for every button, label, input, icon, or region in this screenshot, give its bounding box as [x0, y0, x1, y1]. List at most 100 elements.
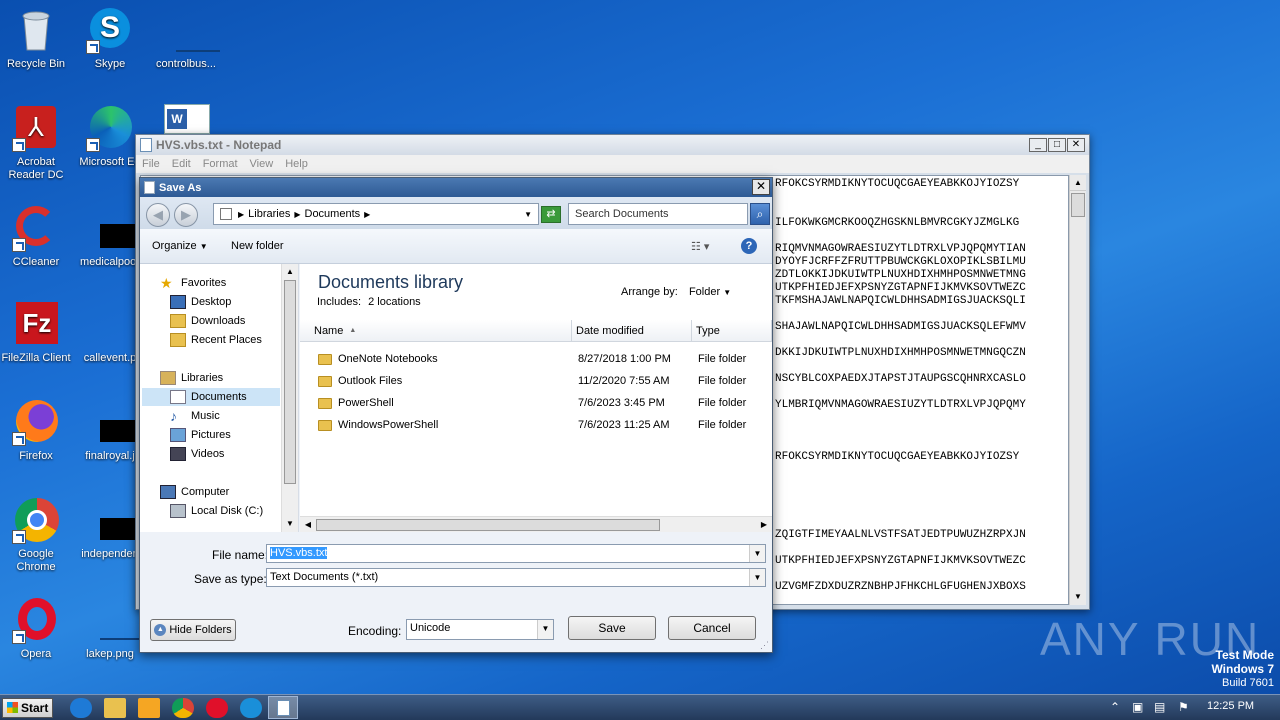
edge-icon[interactable]	[240, 698, 262, 718]
chrome-icon[interactable]	[172, 698, 194, 718]
scroll-right-arrow-icon[interactable]: ▶	[756, 517, 772, 532]
desktop-icon-controlbus[interactable]: controlbus...	[150, 6, 222, 71]
new-folder-button[interactable]: New folder	[231, 240, 284, 252]
forward-button[interactable]: ▶	[174, 203, 198, 227]
view-options-icon[interactable]: ☷ ▾	[691, 240, 709, 253]
ie-icon[interactable]	[70, 698, 92, 718]
column-header-type[interactable]: Type	[692, 320, 772, 342]
save-as-dialog[interactable]: Save As ✕ ◀ ▶ ▶ Libraries ▶ Documents ▶ …	[139, 177, 773, 653]
navigation-pane-scrollbar[interactable]: ▲ ▼	[281, 264, 298, 532]
maximize-button[interactable]: □	[1048, 138, 1066, 152]
scroll-thumb[interactable]	[284, 280, 296, 484]
hide-folders-button[interactable]: ▲ Hide Folders	[150, 619, 236, 641]
nav-downloads[interactable]: Downloads	[170, 312, 245, 330]
scroll-thumb[interactable]	[1071, 193, 1085, 217]
clock[interactable]: 12:25 PM	[1207, 700, 1254, 712]
close-button[interactable]: ✕	[1067, 138, 1085, 152]
column-header-date[interactable]: Date modified	[572, 320, 692, 342]
file-row[interactable]: PowerShell 7/6/2023 3:45 PM File folder	[300, 392, 772, 414]
file-list-horizontal-scrollbar[interactable]: ◀ ▶	[300, 516, 772, 532]
tray-expand-icon[interactable]: ⌃	[1110, 700, 1120, 714]
menu-help[interactable]: Help	[285, 158, 308, 170]
file-row[interactable]: WindowsPowerShell 7/6/2023 11:25 AM File…	[300, 414, 772, 436]
includes-link[interactable]: 2 locations	[368, 296, 421, 308]
desktop-icon-acrobat[interactable]: ⅄ Acrobat Reader DC	[0, 104, 72, 182]
notepad-taskbar-button[interactable]	[268, 696, 298, 719]
scroll-left-arrow-icon[interactable]: ◀	[300, 517, 316, 532]
arrange-label: Arrange by:	[621, 286, 678, 298]
organize-button[interactable]: Organize ▼	[152, 240, 208, 252]
arrange-dropdown[interactable]: Folder ▼	[689, 286, 731, 298]
scroll-thumb[interactable]	[316, 519, 660, 531]
search-input[interactable]: Search Documents	[568, 203, 748, 225]
breadcrumb-libraries[interactable]: Libraries	[248, 208, 290, 220]
scroll-up-arrow-icon[interactable]: ▲	[1070, 175, 1086, 191]
notepad-menubar: File Edit Format View Help	[136, 155, 1089, 173]
filename-field[interactable]: HVS.vbs.txt ▼	[266, 544, 766, 563]
column-label: Type	[696, 324, 720, 337]
refresh-button[interactable]: ⇄	[541, 206, 561, 223]
text-line: DKKIJDKUIWTPLNUXHDIXHMHPOSMNWETMNGQCZN	[775, 347, 1026, 359]
breadcrumb-documents[interactable]: Documents	[305, 208, 361, 220]
flag-icon[interactable]: ⚑	[1178, 700, 1189, 714]
desktop-icon-ccleaner[interactable]: CCleaner	[0, 204, 72, 269]
column-header-name[interactable]: Name ▲	[300, 320, 572, 342]
desktop-icon-skype[interactable]: S Skype	[74, 6, 146, 71]
menu-edit[interactable]: Edit	[172, 158, 191, 170]
ccleaner-icon	[12, 204, 60, 252]
minimize-button[interactable]: _	[1029, 138, 1047, 152]
notepad-vertical-scrollbar[interactable]: ▲ ▼	[1069, 175, 1086, 605]
media-player-icon[interactable]	[138, 698, 160, 718]
search-icon[interactable]: ⌕	[750, 203, 770, 225]
explorer-icon[interactable]	[104, 698, 126, 718]
nav-recent-places[interactable]: Recent Places	[170, 331, 262, 349]
desktop-icon-opera[interactable]: Opera	[0, 596, 72, 661]
address-dropdown-icon[interactable]: ▼	[524, 210, 532, 219]
savetype-select[interactable]: Text Documents (*.txt) ▼	[266, 568, 766, 587]
nav-favorites[interactable]: ★ Favorites	[160, 274, 226, 292]
address-bar[interactable]: ▶ Libraries ▶ Documents ▶ ▼	[213, 203, 539, 225]
encoding-select[interactable]: Unicode ▼	[406, 619, 554, 640]
save-button[interactable]: Save	[568, 616, 656, 640]
file-row[interactable]: OneNote Notebooks 8/27/2018 1:00 PM File…	[300, 348, 772, 370]
nav-desktop[interactable]: Desktop	[170, 293, 231, 311]
nav-pictures[interactable]: Pictures	[170, 426, 231, 444]
back-button[interactable]: ◀	[146, 203, 170, 227]
desktop-icon-recycle-bin[interactable]: Recycle Bin	[0, 6, 72, 71]
menu-format[interactable]: Format	[203, 158, 238, 170]
nav-videos[interactable]: Videos	[170, 445, 224, 463]
nav-computer[interactable]: Computer	[160, 483, 229, 501]
resize-grip-icon[interactable]: ⋰	[760, 640, 770, 650]
help-icon[interactable]: ?	[741, 238, 757, 254]
nav-libraries[interactable]: Libraries	[160, 369, 223, 387]
desktop-icon-firefox[interactable]: Firefox	[0, 398, 72, 463]
network-icon[interactable]: ▤	[1154, 700, 1165, 714]
word-document-icon[interactable]: W	[164, 104, 210, 134]
nav-documents[interactable]: Documents	[142, 388, 280, 406]
nav-local-disk[interactable]: Local Disk (C:)	[170, 502, 263, 520]
file-row[interactable]: Outlook Files 11/2/2020 7:55 AM File fol…	[300, 370, 772, 392]
nav-music[interactable]: ♪ Music	[170, 407, 220, 425]
edge-icon	[86, 104, 134, 152]
chevron-down-icon[interactable]: ▼	[537, 620, 553, 639]
desktop-icon-chrome[interactable]: Google Chrome	[0, 496, 72, 574]
scroll-down-arrow-icon[interactable]: ▼	[1070, 589, 1086, 605]
scroll-up-arrow-icon[interactable]: ▲	[282, 264, 298, 280]
dialog-titlebar[interactable]: Save As	[140, 178, 772, 197]
acrobat-icon: ⅄	[12, 104, 60, 152]
desktop-icon-filezilla[interactable]: Fz FileZilla Client	[0, 300, 72, 365]
menu-file[interactable]: File	[142, 158, 160, 170]
menu-view[interactable]: View	[250, 158, 274, 170]
dialog-close-button[interactable]: ✕	[752, 179, 770, 195]
navigation-pane: ★ Favorites Desktop Downloads Recent Plac…	[140, 264, 299, 532]
scroll-down-arrow-icon[interactable]: ▼	[282, 516, 298, 532]
shortcut-arrow-icon	[12, 238, 26, 252]
start-button[interactable]: Start	[2, 698, 53, 718]
opera-icon[interactable]	[206, 698, 228, 718]
text-line: RFOKCSYRMDIKNYTOCUQCGAEYEABKKOJYIOZSY	[775, 178, 1020, 190]
cancel-button[interactable]: Cancel	[668, 616, 756, 640]
chevron-down-icon[interactable]: ▼	[749, 569, 765, 586]
chevron-down-icon[interactable]: ▼	[749, 545, 765, 562]
notepad-titlebar[interactable]: HVS.vbs.txt - Notepad _ □ ✕	[136, 135, 1089, 155]
action-center-icon[interactable]: ▣	[1132, 700, 1143, 714]
